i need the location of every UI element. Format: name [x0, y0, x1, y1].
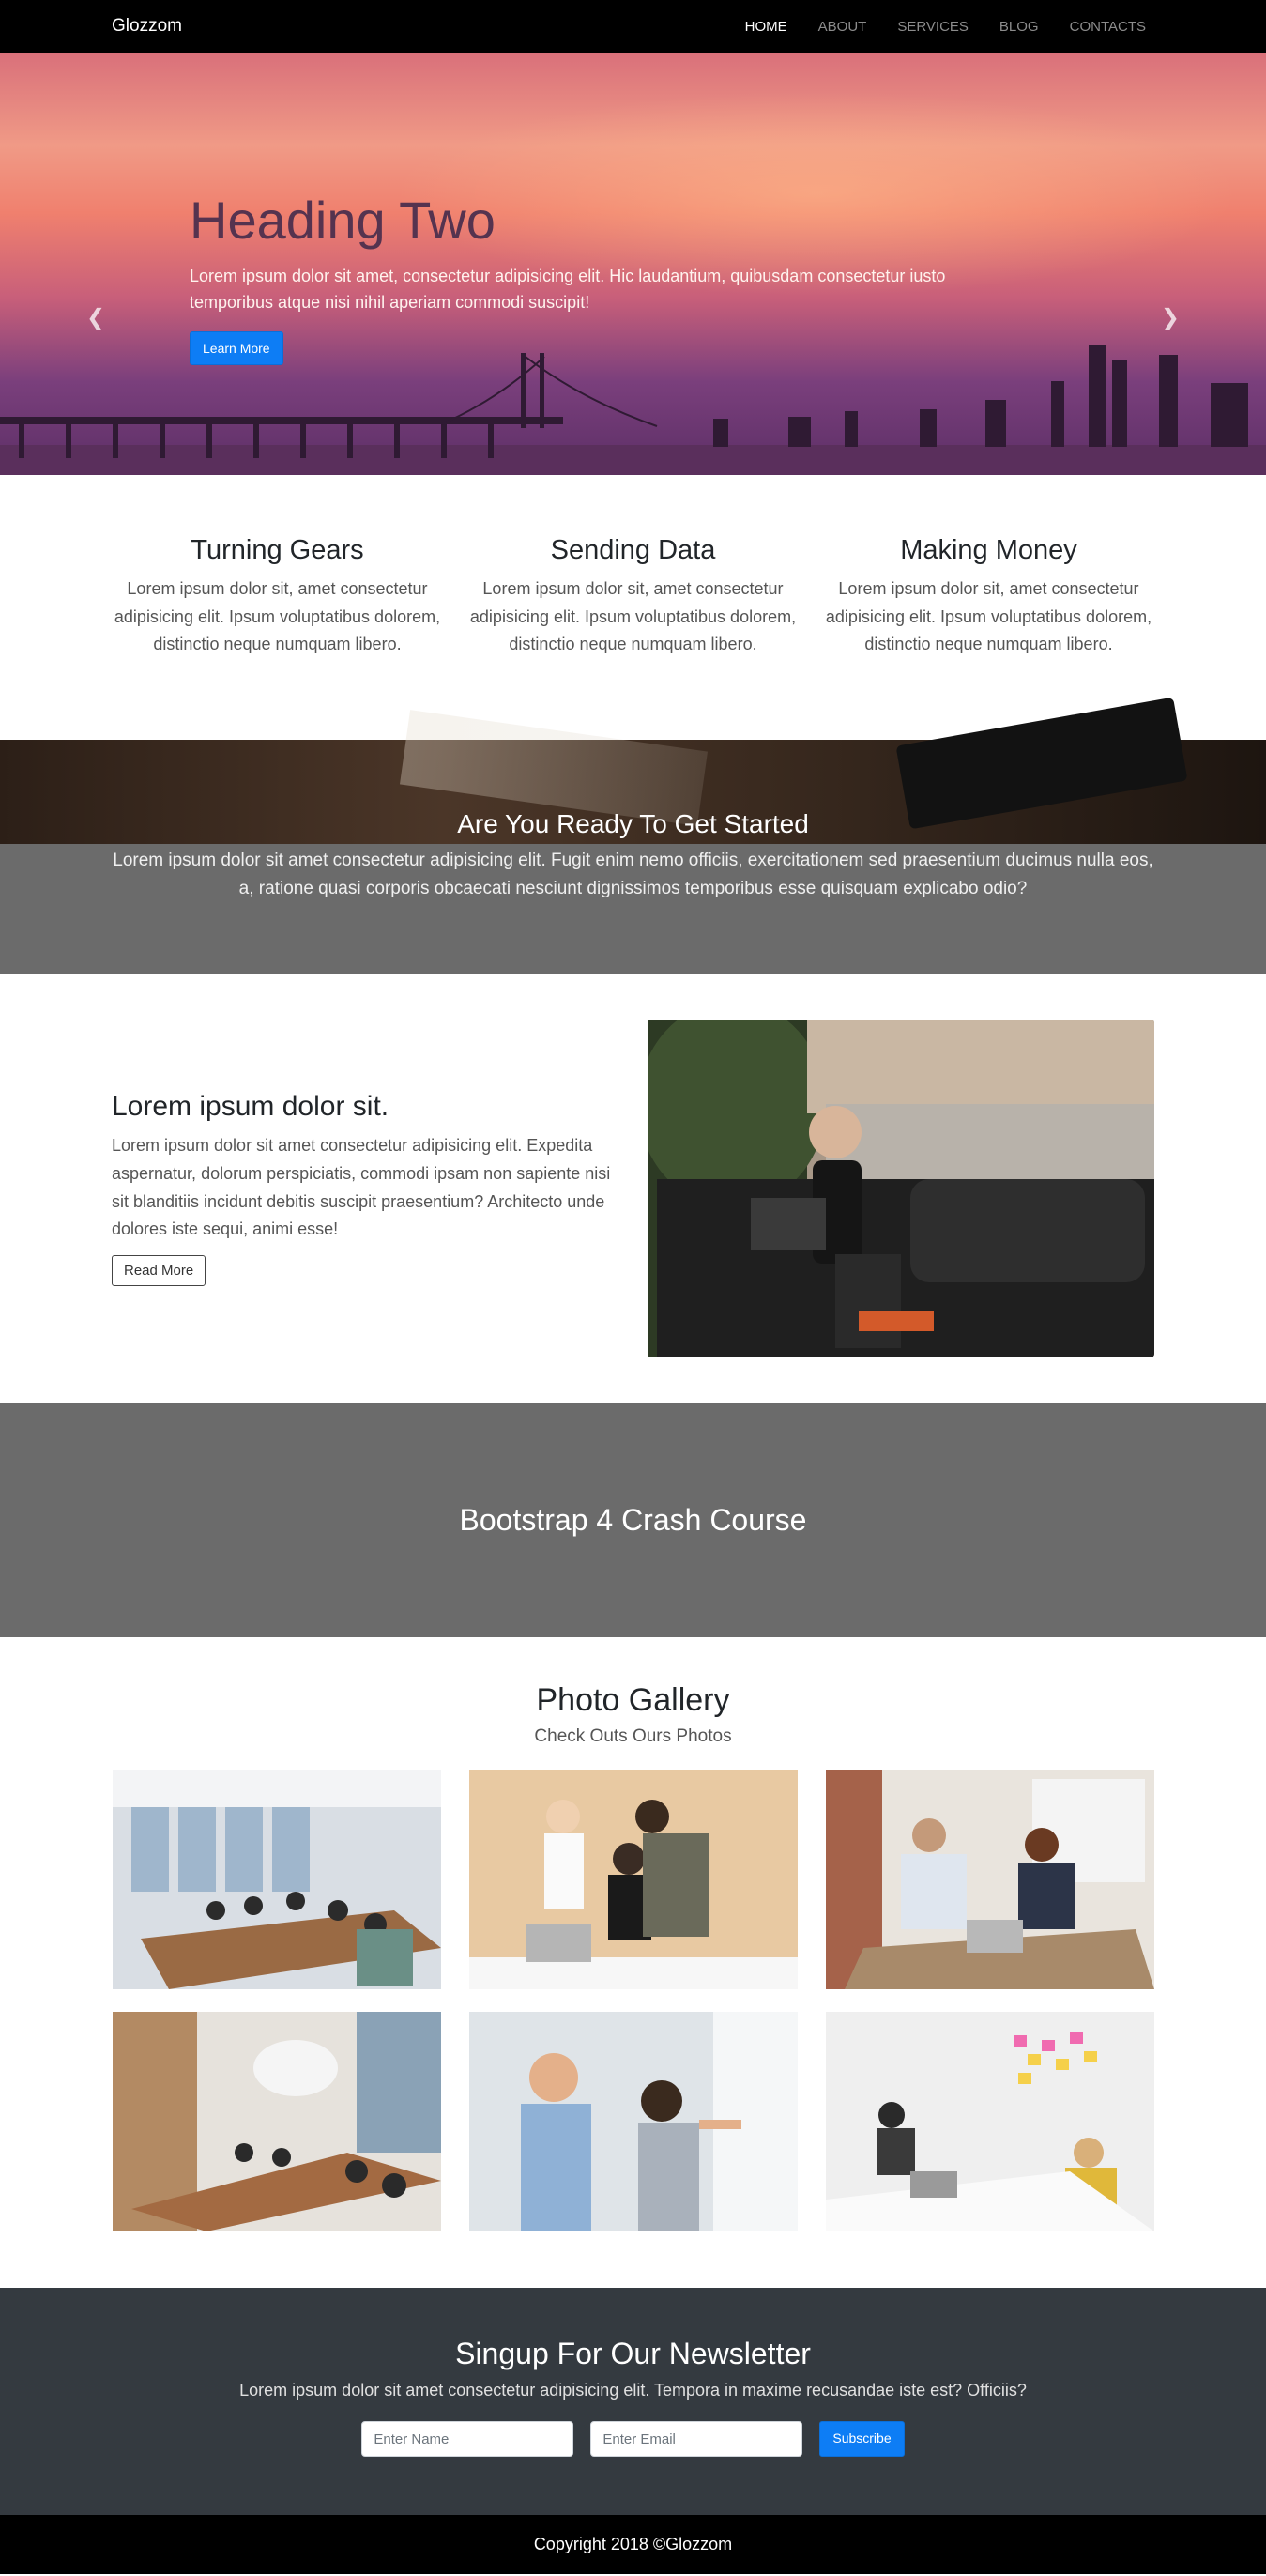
gallery-title: Photo Gallery	[536, 1682, 730, 1718]
nav-menu: HOME ABOUT SERVICES BLOG CONTACTS	[745, 19, 1146, 35]
email-input[interactable]	[590, 2421, 803, 2457]
woman-laptop-illustration	[648, 1020, 1154, 1357]
copyright-text: Copyright 2018 ©Glozzom	[533, 2535, 733, 2553]
feature-item: Sending Data Lorem ipsum dolor sit, amet…	[455, 535, 811, 740]
navbar: Glozzom HOME ABOUT SERVICES BLOG CONTACT…	[0, 0, 1266, 53]
woman-laptop-photo	[648, 1020, 1154, 1357]
high-five-photo[interactable]	[825, 1770, 1154, 1989]
gallery-grid	[0, 1770, 1266, 2231]
feature-title: Making Money	[900, 535, 1077, 565]
about-text-column: Lorem ipsum dolor sit. Lorem ipsum dolor…	[112, 1091, 637, 1286]
hero-heading: Heading Two	[190, 191, 496, 250]
brand-logo[interactable]: Glozzom	[112, 16, 182, 37]
photo-gallery-section: Photo Gallery Check Outs Ours Photos	[0, 1637, 1266, 2288]
crash-course-section: Bootstrap 4 Crash Course	[0, 1403, 1266, 1637]
conference-table-photo[interactable]	[112, 2012, 441, 2231]
feature-title: Turning Gears	[191, 535, 364, 565]
gallery-subtitle: Check Outs Ours Photos	[534, 1726, 732, 1746]
get-started-title: Are You Ready To Get Started	[457, 809, 809, 838]
crash-course-title: Bootstrap 4 Crash Course	[459, 1502, 807, 1537]
hero-caption: Heading Two Lorem ipsum dolor sit amet, …	[190, 191, 1015, 366]
about-text: Lorem ipsum dolor sit amet consectetur a…	[112, 1136, 611, 1239]
hero-text: Lorem ipsum dolor sit amet, consectetur …	[190, 266, 946, 313]
feature-text: Lorem ipsum dolor sit, amet consectetur …	[469, 579, 797, 654]
sticky-notes-photo[interactable]	[825, 2012, 1154, 2231]
newsletter-title: Singup For Our Newsletter	[455, 2337, 811, 2370]
meeting-room-photo[interactable]	[112, 1770, 441, 1989]
name-input[interactable]	[361, 2421, 574, 2457]
chevron-left-icon[interactable]: ❮	[86, 304, 105, 331]
nav-item-home[interactable]: HOME	[745, 19, 787, 35]
newsletter-form: Subscribe	[0, 2421, 1266, 2457]
newsletter-text: Lorem ipsum dolor sit amet consectetur a…	[239, 2381, 1027, 2400]
feature-text: Lorem ipsum dolor sit, amet consectetur …	[114, 579, 441, 654]
feature-item: Turning Gears Lorem ipsum dolor sit, ame…	[99, 535, 455, 740]
team-laptop-photo[interactable]	[468, 1770, 798, 1989]
whiteboard-photo[interactable]	[468, 2012, 798, 2231]
nav-item-about[interactable]: ABOUT	[818, 19, 867, 35]
features-section: Turning Gears Lorem ipsum dolor sit, ame…	[0, 475, 1266, 740]
nav-item-services[interactable]: SERVICES	[897, 19, 969, 35]
chevron-right-icon[interactable]: ❯	[1161, 304, 1180, 331]
feature-title: Sending Data	[550, 535, 716, 565]
get-started-text: Lorem ipsum dolor sit amet consectetur a…	[113, 851, 1153, 899]
subscribe-button[interactable]: Subscribe	[819, 2421, 905, 2457]
about-section: Lorem ipsum dolor sit. Lorem ipsum dolor…	[0, 974, 1266, 1403]
nav-item-blog[interactable]: BLOG	[999, 19, 1039, 35]
read-more-button[interactable]: Read More	[112, 1254, 206, 1286]
learn-more-button[interactable]: Learn More	[190, 331, 283, 366]
feature-text: Lorem ipsum dolor sit, amet consectetur …	[825, 579, 1152, 654]
get-started-section: Are You Ready To Get Started Lorem ipsum…	[0, 697, 1266, 974]
footer: Copyright 2018 ©Glozzom	[0, 2515, 1266, 2574]
newsletter-section: Singup For Our Newsletter Lorem ipsum do…	[0, 2288, 1266, 2515]
hero-carousel: Heading Two Lorem ipsum dolor sit amet, …	[0, 53, 1266, 475]
nav-item-contacts[interactable]: CONTACTS	[1070, 19, 1146, 35]
about-title: Lorem ipsum dolor sit.	[112, 1091, 389, 1123]
